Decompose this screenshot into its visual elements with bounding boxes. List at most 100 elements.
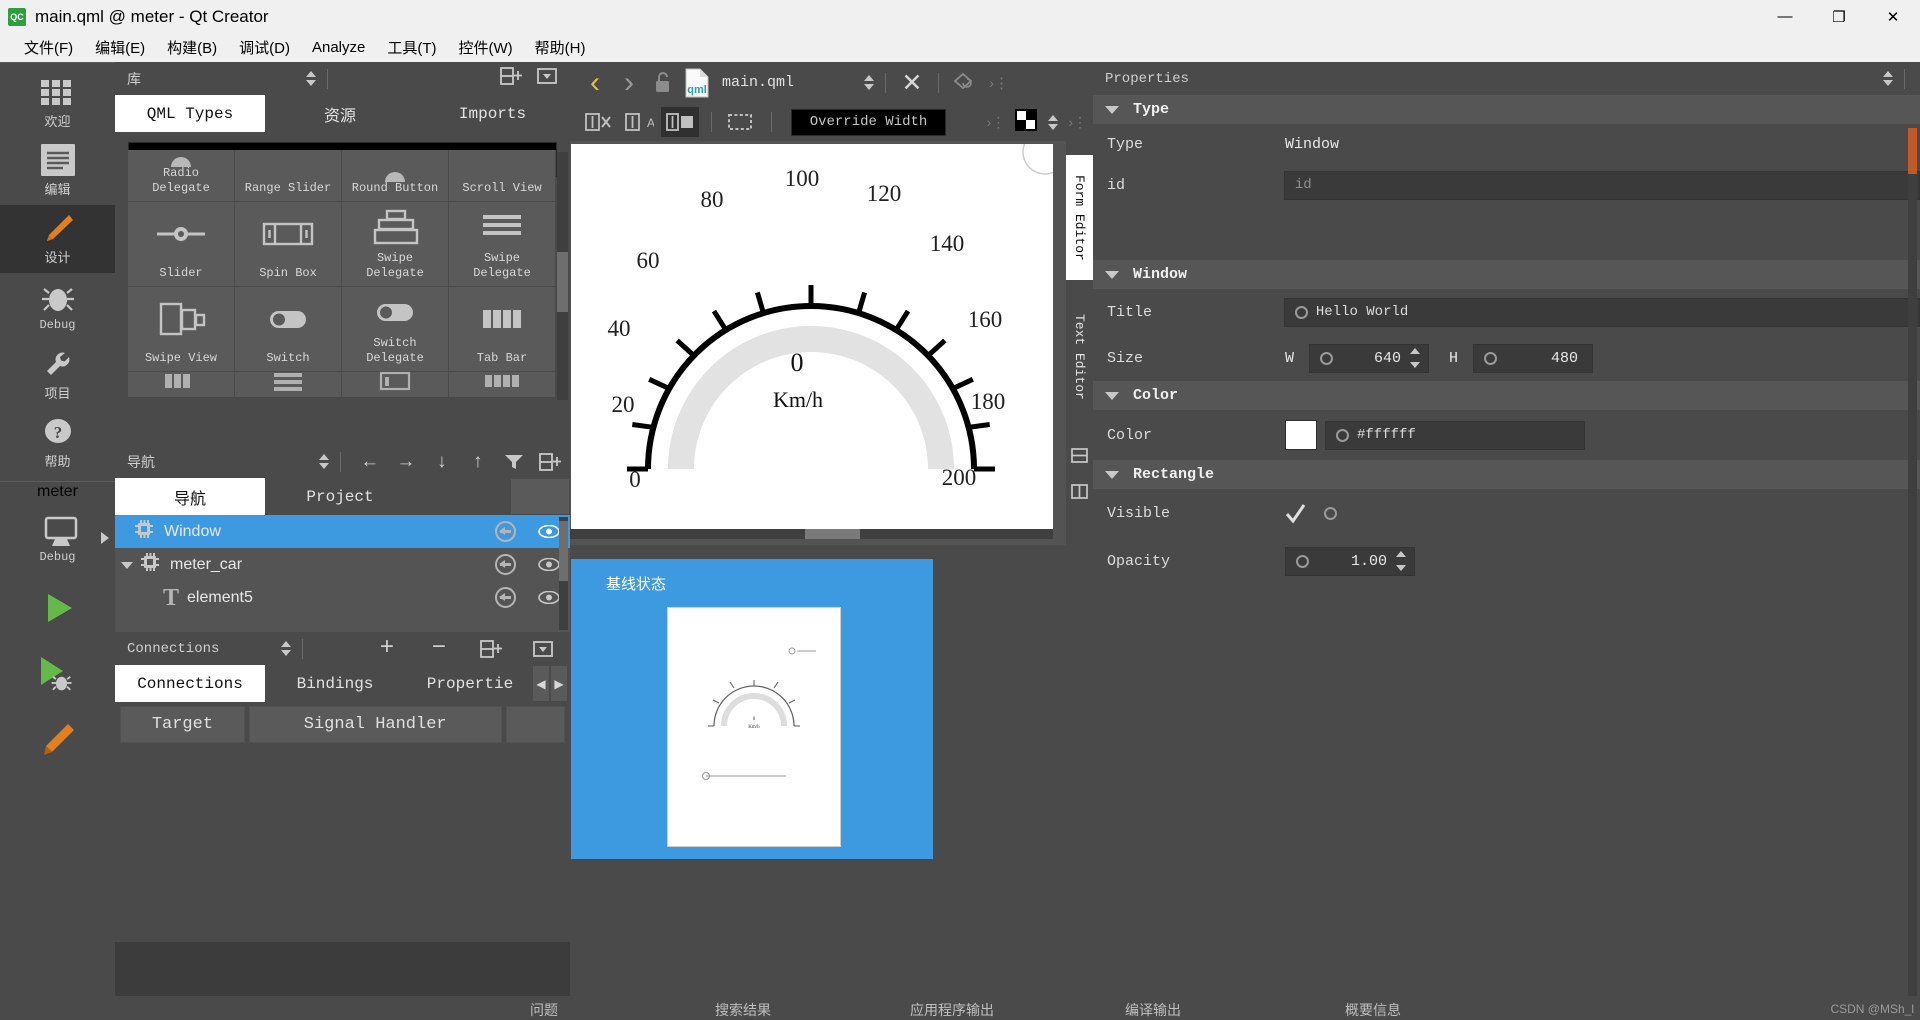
side-tab-form-editor[interactable]: Form Editor xyxy=(1066,155,1093,280)
layout-icon[interactable] xyxy=(1071,483,1088,505)
chevron-left-icon[interactable]: ‹ xyxy=(578,66,612,100)
state-thumbnail[interactable]: 0 Km/h xyxy=(667,607,841,847)
arrow-right-icon[interactable]: → xyxy=(392,448,420,476)
canvas-hscrollbar[interactable] xyxy=(570,529,1053,539)
arrow-up-icon[interactable]: ↑ xyxy=(464,448,492,476)
tab-resources[interactable]: 资源 xyxy=(265,95,415,132)
menu-analyze[interactable]: Analyze xyxy=(301,36,376,59)
anchor-left-icon[interactable] xyxy=(661,107,699,137)
title-input[interactable]: Hello World xyxy=(1283,297,1920,327)
close-button[interactable]: ✕ xyxy=(1866,0,1920,33)
chevron-right-icon[interactable]: › xyxy=(612,66,646,100)
select-icon[interactable] xyxy=(721,107,759,137)
binding-indicator-icon[interactable] xyxy=(1484,351,1497,365)
tab-overflow[interactable] xyxy=(510,478,570,515)
export-icon[interactable] xyxy=(495,521,516,542)
section-rectangle[interactable]: Rectangle xyxy=(1093,460,1920,489)
tab-bindings[interactable]: Bindings xyxy=(265,665,405,702)
output-tab-search[interactable]: 搜索结果 xyxy=(715,1000,771,1020)
component-swipe-delegate[interactable]: Swipe Delegate xyxy=(449,202,556,287)
tab-navigator[interactable]: 导航 xyxy=(115,478,265,515)
mode-help[interactable]: ? 帮助 xyxy=(0,409,115,477)
arrow-left-icon[interactable]: ← xyxy=(356,448,384,476)
library-scrollbar[interactable] xyxy=(557,152,568,400)
menu-edit[interactable]: 编辑(E) xyxy=(84,34,156,61)
state-baseline[interactable]: 基线状态 0 Km/h xyxy=(571,559,933,859)
tree-item-window[interactable]: Window xyxy=(115,515,570,548)
binding-indicator-icon[interactable] xyxy=(1294,305,1308,319)
panel-selector-icon[interactable] xyxy=(304,70,318,87)
navigator-scrollbar[interactable] xyxy=(559,517,568,630)
height-field[interactable]: 480 xyxy=(1473,343,1593,373)
tree-item-element5[interactable]: T element5 xyxy=(115,581,570,614)
mode-debug[interactable]: Debug xyxy=(0,273,115,341)
overflow-icon[interactable]: ›⋮ xyxy=(987,114,1006,131)
states-icon[interactable] xyxy=(1071,447,1088,469)
component-tab-button[interactable] xyxy=(128,372,235,398)
export-icon[interactable] xyxy=(495,554,516,575)
tab-properties[interactable]: Propertie xyxy=(405,665,535,702)
more-icon[interactable]: ›⋮ xyxy=(982,66,1016,100)
column-signal-handler[interactable]: Signal Handler xyxy=(248,706,502,743)
visibility-icon[interactable] xyxy=(538,524,560,539)
opacity-stepper[interactable] xyxy=(1395,551,1408,571)
expander-icon[interactable] xyxy=(115,561,139,569)
add-connection-button[interactable]: + xyxy=(372,634,402,664)
binding-indicator-icon[interactable] xyxy=(1320,351,1333,365)
component-switch[interactable]: Switch xyxy=(235,287,342,372)
panel-selector-icon[interactable] xyxy=(317,453,331,470)
close-icon[interactable]: ✕ xyxy=(895,66,929,100)
background-checker-icon[interactable] xyxy=(1015,108,1038,136)
visibility-icon[interactable] xyxy=(538,557,560,572)
canvas-surface[interactable]: 0 20 40 60 80 100 120 140 160 180 200 0 xyxy=(571,129,1068,537)
maximize-button[interactable]: ❐ xyxy=(1812,0,1866,33)
mode-projects[interactable]: 项目 xyxy=(0,341,115,409)
mode-design[interactable]: 设计 xyxy=(0,205,115,273)
component-range-slider[interactable]: Range Slider xyxy=(235,150,342,202)
kit-selector[interactable]: Debug xyxy=(0,502,115,576)
component-tool-bar[interactable] xyxy=(449,372,556,398)
opacity-field[interactable]: 1.00 xyxy=(1285,546,1415,576)
menu-widgets[interactable]: 控件(W) xyxy=(448,34,524,61)
color-hex-input[interactable]: #ffffff xyxy=(1325,420,1585,450)
id-input[interactable]: id xyxy=(1283,170,1920,200)
export-icon[interactable] xyxy=(495,587,516,608)
component-slider[interactable]: Slider xyxy=(128,202,235,287)
component-stack-view[interactable]: Swipe Delegate xyxy=(342,202,449,287)
menu-help[interactable]: 帮助(H) xyxy=(524,34,597,61)
component-tab-bar[interactable]: Tab Bar xyxy=(449,287,556,372)
mode-edit[interactable]: 编辑 xyxy=(0,137,115,205)
overflow-icon-2[interactable]: ›⋮ xyxy=(1068,114,1087,131)
visibility-icon[interactable] xyxy=(538,590,560,605)
connections-table-body[interactable] xyxy=(115,747,570,942)
component-scroll-view[interactable]: Scroll View xyxy=(449,150,556,202)
column-extra[interactable] xyxy=(505,706,565,743)
output-tab-summary[interactable]: 概要信息 xyxy=(1345,1000,1401,1020)
panel-selector-icon[interactable] xyxy=(279,640,293,657)
menu-file[interactable]: 文件(F) xyxy=(13,34,84,61)
component-switch-delegate[interactable]: Switch Delegate xyxy=(342,287,449,372)
filter-icon[interactable] xyxy=(500,448,528,476)
binding-indicator-icon[interactable] xyxy=(1324,506,1337,520)
column-target[interactable]: Target xyxy=(120,706,245,743)
width-stepper[interactable] xyxy=(1409,348,1422,368)
form-editor-canvas[interactable]: 0 20 40 60 80 100 120 140 160 180 200 0 xyxy=(570,129,1093,545)
split-icon[interactable] xyxy=(500,66,522,91)
tab-qml-types[interactable]: QML Types xyxy=(115,95,265,132)
split-icon[interactable] xyxy=(476,634,506,664)
output-tab-compile[interactable]: 编译输出 xyxy=(1125,1000,1181,1020)
collapse-icon[interactable] xyxy=(528,634,558,664)
properties-scrollbar[interactable] xyxy=(1908,128,1917,1008)
menu-tools[interactable]: 工具(T) xyxy=(376,34,447,61)
collapse-icon[interactable] xyxy=(536,66,558,91)
panel-selector-icon[interactable] xyxy=(1881,70,1895,87)
tree-item-meter-car[interactable]: meter_car xyxy=(115,548,570,581)
remove-connection-button[interactable]: − xyxy=(424,634,454,664)
minimize-button[interactable]: — xyxy=(1758,0,1812,33)
tab-project[interactable]: Project xyxy=(265,478,415,515)
binding-indicator-icon[interactable] xyxy=(1296,554,1309,568)
file-dropdown-icon[interactable] xyxy=(862,74,876,91)
tab-connections[interactable]: Connections xyxy=(115,665,265,702)
section-type[interactable]: Type xyxy=(1093,95,1920,124)
arrow-down-icon[interactable]: ↓ xyxy=(428,448,456,476)
